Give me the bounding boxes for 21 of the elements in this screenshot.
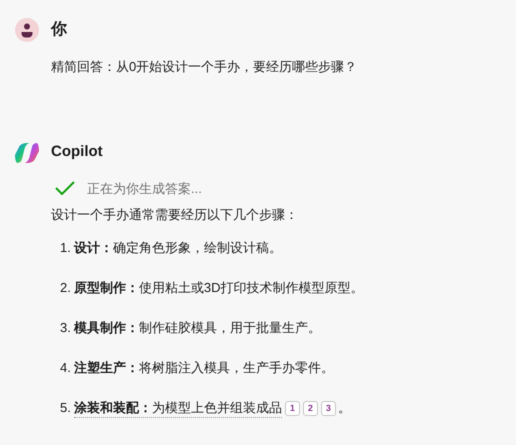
user-message: 精简回答：从0开始设计一个手办，要经历哪些步骤？ [51, 58, 358, 76]
step-text: 涂装和装配：为模型上色并组装成品 [74, 398, 282, 418]
citation-link[interactable]: 1 [284, 400, 300, 416]
step-end-mark: 。 [338, 399, 351, 417]
step-text: 原型制作：使用粘土或3D打印技术制作模型原型。 [74, 278, 364, 296]
step-number: 3. [60, 318, 71, 336]
user-avatar-icon [15, 18, 39, 42]
copilot-logo-icon [15, 140, 39, 164]
step-number: 2. [60, 278, 71, 296]
step-text: 模具制作：制作硅胶模具，用于批量生产。 [74, 318, 321, 336]
status-text: 正在为你生成答案... [87, 180, 202, 198]
citation-link[interactable]: 2 [302, 400, 318, 416]
step-number: 4. [60, 358, 71, 376]
answer-intro: 设计一个手办通常需要经历以下几个步骤： [51, 206, 299, 224]
step-number: 5. [60, 399, 71, 417]
step-text: 设计：确定角色形象，绘制设计稿。 [74, 238, 282, 256]
assistant-name: Copilot [51, 142, 103, 162]
user-name: 你 [51, 20, 67, 40]
citation-link[interactable]: 3 [320, 400, 336, 416]
step-text: 注塑生产：将树脂注入模具，生产手办零件。 [74, 358, 334, 376]
step-number: 1. [60, 238, 71, 256]
